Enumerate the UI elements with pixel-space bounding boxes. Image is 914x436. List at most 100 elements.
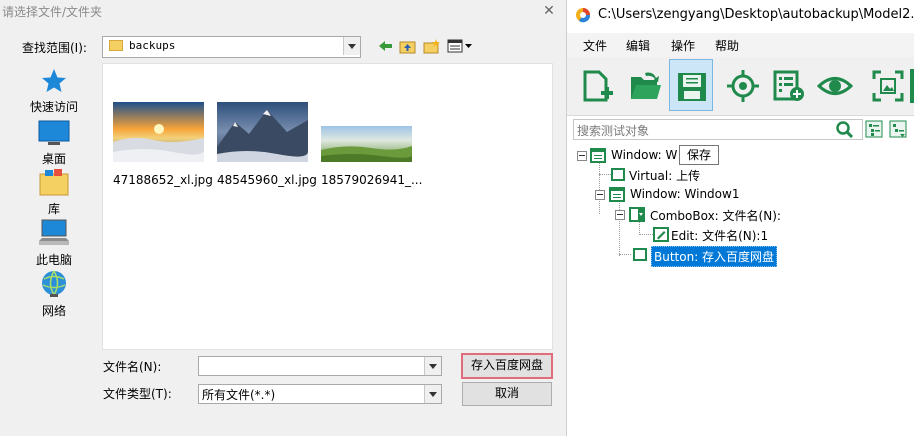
target-icon [727,70,759,102]
new-file-icon [583,70,613,102]
cancel-button[interactable]: 取消 [462,382,552,406]
tree-node-label: Edit: 文件名(N):1 [671,229,769,243]
screenshot-icon [872,70,904,102]
combobox-node-icon [629,207,645,222]
object-tree: Window: W 保存 Virtual: 上传 Window: Window1 [573,142,914,436]
toolbar-overflow[interactable] [910,69,914,103]
file-list-view[interactable]: 47188652_xl.jpg 48545960_xl.jpg 18579026… [102,63,553,350]
tree-node-label: Window: Window1 [630,187,740,201]
app-window: C:\Users\zengyang\Desktop\autobackup\Mod… [567,0,914,436]
save-button[interactable] [669,59,713,111]
capture-target-button[interactable] [720,59,764,111]
filename-label: 文件名(N): [103,360,162,374]
add-object-button[interactable] [766,59,810,111]
image-thumbnail [321,126,412,162]
back-arrow-icon[interactable] [377,38,395,54]
add-list-icon [773,70,804,101]
collapse-toggle-icon[interactable] [577,151,587,161]
place-library[interactable]: 库 [8,168,100,218]
filetype-dropdown[interactable]: 所有文件(*.*) [198,384,442,404]
tree-node-button[interactable]: Button: 存入百度网盘 [631,246,851,267]
dialog-title: 请选择文件/文件夹 [2,5,103,19]
search-placeholder: 搜索测试对象 [577,124,650,138]
chevron-down-icon[interactable] [343,37,360,55]
image-thumbnail [217,102,308,162]
chevron-down-icon[interactable] [424,357,441,375]
menu-operate[interactable]: 操作 [671,37,695,54]
file-name: 48545960_xl.jpg [217,173,317,187]
collapse-toggle-icon[interactable] [615,210,625,220]
network-icon [42,270,66,297]
filename-input[interactable] [198,356,442,376]
collapse-tree-icon[interactable] [889,120,907,138]
tree-connector [619,254,631,255]
menu-file[interactable]: 文件 [583,37,607,54]
menu-help[interactable]: 帮助 [715,37,739,54]
open-button[interactable] [623,59,667,111]
place-this-pc[interactable]: 此电脑 [8,219,100,269]
dialog-title-bar: 请选择文件/文件夹 ✕ [0,0,566,22]
menu-bar: 文件 编辑 操作 帮助 [567,33,914,57]
app-title: C:\Users\zengyang\Desktop\autobackup\Mod… [598,7,914,22]
app-title-bar: C:\Users\zengyang\Desktop\autobackup\Mod… [567,0,914,30]
tree-node-window[interactable]: Window: W [573,147,773,165]
expand-tree-icon[interactable] [865,120,883,138]
places-bar: 快速访问 桌面 库 此电脑 网络 [8,62,100,352]
lookin-label: 查找范围(I): [22,41,87,55]
new-folder-icon[interactable] [423,38,441,54]
collapse-toggle-icon[interactable] [595,190,605,200]
filetype-label: 文件类型(T): [103,387,172,401]
eye-icon [817,77,853,95]
file-dialog: 请选择文件/文件夹 ✕ 查找范围(I): backups 快速访问 桌面 库 此… [0,0,566,436]
object-search-box[interactable]: 搜索测试对象 [573,119,863,140]
tree-node-label: ComboBox: 文件名(N): [650,209,781,223]
app-logo-icon [576,8,591,23]
save-tooltip: 保存 [679,145,719,165]
tree-connector [599,174,611,175]
file-name: 47188652_xl.jpg [113,173,213,187]
view-menu-icon[interactable] [447,38,475,54]
tree-node-label: Window: W [611,148,678,162]
toolbar [567,57,914,116]
button-node-icon [633,248,647,261]
image-thumbnail [113,102,204,162]
tree-node-label: Virtual: 上传 [629,169,701,183]
tree-node-window1[interactable]: Window: Window1 [593,186,813,204]
desktop-icon [38,120,70,145]
place-label: 库 [47,202,60,216]
place-label: 快速访问 [29,100,78,114]
place-desktop[interactable]: 桌面 [8,118,100,168]
edit-node-icon [653,227,669,242]
search-icon[interactable] [835,120,855,138]
place-label: 桌面 [41,152,66,166]
star-icon [42,69,66,92]
computer-icon [39,219,69,245]
filetype-value: 所有文件(*.*) [202,388,276,402]
new-button[interactable] [575,59,619,111]
save-to-baidu-button[interactable]: 存入百度网盘 [461,353,553,379]
tree-node-combobox[interactable]: ComboBox: 文件名(N): [613,206,853,224]
lookin-dropdown[interactable]: backups [102,36,361,58]
lookin-value: backups [129,39,176,52]
folder-icon [109,40,123,51]
library-icon [39,169,69,196]
menu-edit[interactable]: 编辑 [626,37,650,54]
place-label: 此电脑 [35,253,72,267]
close-icon[interactable]: ✕ [538,1,560,21]
tree-node-edit[interactable]: Edit: 文件名(N):1 [653,226,853,244]
up-folder-icon[interactable] [399,38,417,54]
place-network[interactable]: 网络 [8,270,100,320]
tree-node-label-selected: Button: 存入百度网盘 [651,246,778,267]
save-icon [678,73,706,101]
window-node-icon [609,187,625,202]
tree-node-virtual[interactable]: Virtual: 上传 [611,166,811,184]
place-label: 网络 [41,304,66,318]
chevron-down-icon[interactable] [424,385,441,403]
file-name: 18579026941_... [321,173,423,187]
open-folder-icon [631,72,661,99]
view-button[interactable] [813,59,857,111]
window-node-icon [590,148,606,163]
place-quick-access[interactable]: 快速访问 [8,66,100,116]
tree-connector [639,234,653,235]
screenshot-button[interactable] [865,59,909,111]
